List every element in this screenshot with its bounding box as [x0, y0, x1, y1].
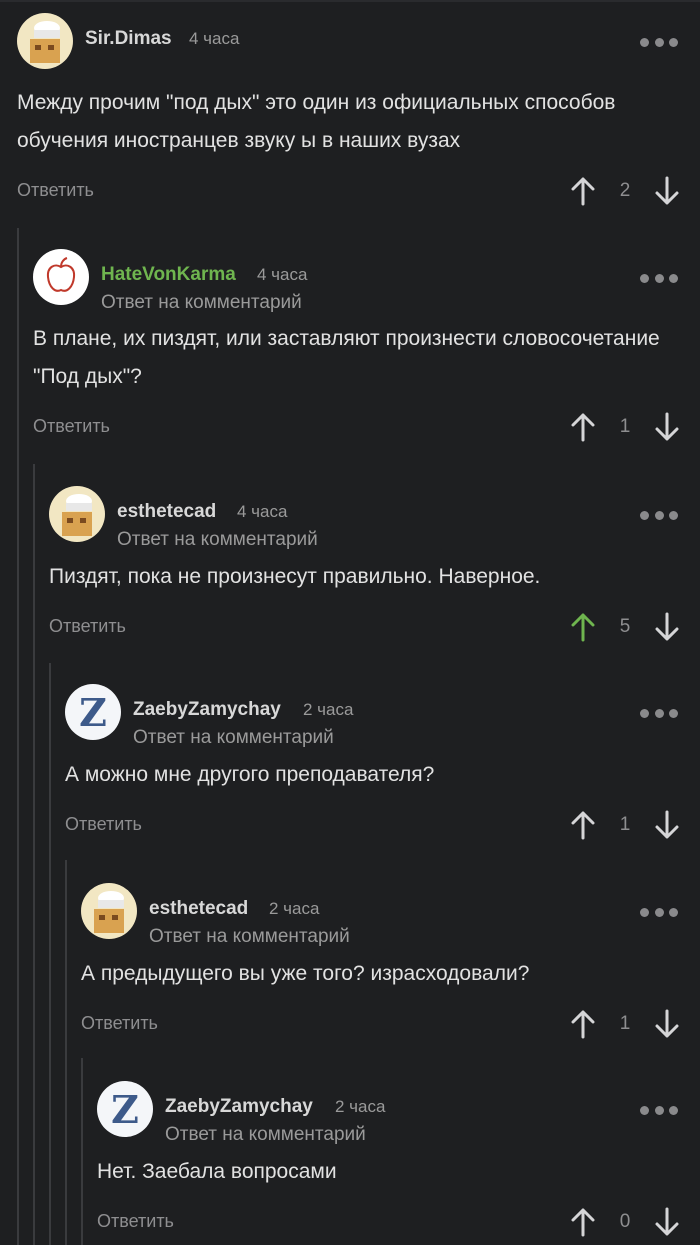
thread-line — [49, 663, 51, 1245]
top-divider — [0, 0, 700, 2]
cook-avatar-icon[interactable] — [81, 883, 137, 939]
svg-text:Z: Z — [79, 690, 107, 735]
apple-logo-avatar-icon[interactable] — [33, 249, 89, 305]
reply-button[interactable]: Ответить — [81, 1013, 158, 1034]
reply-to-label[interactable]: Ответ на комментарий — [133, 727, 334, 749]
vote-count: 1 — [619, 416, 631, 437]
more-options-icon[interactable] — [640, 35, 678, 49]
author-name[interactable]: ZaebyZamychay — [165, 1096, 313, 1118]
upvote-arrow-icon[interactable] — [570, 176, 596, 206]
comment: Z ZaebyZamychay 2 часа Ответ на коммента… — [97, 1081, 700, 1241]
vote-block: 5 — [570, 612, 680, 644]
comment-text: А можно мне другого преподавателя? — [65, 763, 435, 786]
comment-text: В плане, их пиздят, или заставляют произ… — [33, 327, 660, 388]
downvote-arrow-icon[interactable] — [654, 810, 680, 840]
reply-button[interactable]: Ответить — [49, 616, 126, 637]
timestamp: 2 часа — [303, 700, 354, 719]
upvote-arrow-icon[interactable] — [570, 1207, 596, 1237]
vote-block: 1 — [570, 1009, 680, 1041]
reply-to-label[interactable]: Ответ на комментарий — [165, 1124, 366, 1146]
more-options-icon[interactable] — [640, 1103, 678, 1117]
timestamp: 4 часа — [189, 29, 240, 48]
letter-z-avatar-icon[interactable]: Z — [65, 684, 121, 740]
letter-z-avatar-icon[interactable]: Z — [97, 1081, 153, 1137]
comment: esthetecad 4 часа Ответ на комментарий П… — [49, 486, 700, 646]
reply-button[interactable]: Ответить — [33, 416, 110, 437]
author-name[interactable]: HateVonKarma — [101, 264, 236, 286]
author-name[interactable]: Sir.Dimas — [85, 28, 172, 50]
more-options-icon[interactable] — [640, 508, 678, 522]
vote-block: 1 — [570, 810, 680, 842]
thread-line — [33, 464, 35, 1245]
reply-to-label[interactable]: Ответ на комментарий — [149, 926, 350, 948]
comment-thread: Sir.Dimas 4 часа Между прочим "под дых" … — [0, 0, 700, 1245]
vote-count: 1 — [619, 1013, 631, 1034]
thread-line — [81, 1058, 83, 1245]
upvote-arrow-icon[interactable] — [570, 412, 596, 442]
reply-button[interactable]: Ответить — [17, 180, 94, 201]
comment: Z ZaebyZamychay 2 часа Ответ на коммента… — [65, 684, 700, 844]
author-name[interactable]: esthetecad — [149, 898, 248, 920]
upvote-arrow-icon[interactable] — [570, 810, 596, 840]
reply-to-label[interactable]: Ответ на комментарий — [117, 529, 318, 551]
comment-text: Пиздят, пока не произнесут правильно. На… — [49, 565, 541, 588]
author-name[interactable]: esthetecad — [117, 501, 216, 523]
vote-count: 0 — [619, 1211, 631, 1232]
thread-line — [17, 228, 19, 1245]
reply-button[interactable]: Ответить — [97, 1211, 174, 1232]
comment: HateVonKarma 4 часа Ответ на комментарий… — [33, 249, 700, 449]
comment: esthetecad 2 часа Ответ на комментарий А… — [81, 883, 700, 1043]
vote-block: 2 — [570, 176, 680, 208]
downvote-arrow-icon[interactable] — [654, 1009, 680, 1039]
more-options-icon[interactable] — [640, 706, 678, 720]
vote-block: 0 — [570, 1207, 680, 1239]
svg-text:Z: Z — [111, 1087, 139, 1132]
vote-count: 2 — [619, 180, 631, 201]
downvote-arrow-icon[interactable] — [654, 612, 680, 642]
vote-count: 1 — [619, 814, 631, 835]
comment-text: А предыдущего вы уже того? израсходовали… — [81, 962, 530, 985]
downvote-arrow-icon[interactable] — [654, 1207, 680, 1237]
more-options-icon[interactable] — [640, 905, 678, 919]
cook-avatar-icon[interactable] — [17, 13, 73, 69]
downvote-arrow-icon[interactable] — [654, 176, 680, 206]
comment-text: Между прочим "под дых" это один из офици… — [17, 91, 616, 152]
timestamp: 4 часа — [237, 502, 288, 521]
vote-count: 5 — [619, 616, 631, 637]
downvote-arrow-icon[interactable] — [654, 412, 680, 442]
comment: Sir.Dimas 4 часа Между прочим "под дых" … — [17, 13, 700, 213]
vote-block: 1 — [570, 412, 680, 444]
thread-line — [65, 860, 67, 1245]
author-name[interactable]: ZaebyZamychay — [133, 699, 281, 721]
reply-button[interactable]: Ответить — [65, 814, 142, 835]
upvote-arrow-icon[interactable] — [570, 612, 596, 642]
comment-text: Нет. Заебала вопросами — [97, 1160, 337, 1183]
timestamp: 4 часа — [257, 265, 308, 284]
cook-avatar-icon[interactable] — [49, 486, 105, 542]
upvote-arrow-icon[interactable] — [570, 1009, 596, 1039]
more-options-icon[interactable] — [640, 271, 678, 285]
timestamp: 2 часа — [335, 1097, 386, 1116]
timestamp: 2 часа — [269, 899, 320, 918]
reply-to-label[interactable]: Ответ на комментарий — [101, 292, 302, 314]
